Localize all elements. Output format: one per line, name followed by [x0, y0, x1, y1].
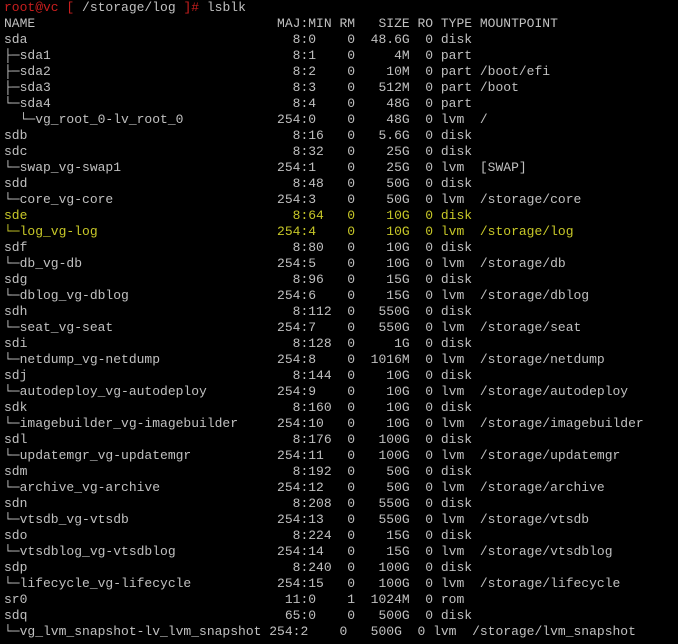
output-row: sdm 8:192 0 50G 0 disk [4, 464, 473, 479]
output-row: └─archive_vg-archive 254:12 0 50G 0 lvm … [4, 480, 605, 495]
output-row: └─autodeploy_vg-autodeploy 254:9 0 10G 0… [4, 384, 629, 399]
output-row: └─vg_lvm_snapshot-lv_lvm_snapshot 254:2 … [4, 624, 636, 639]
output-row: sdp 8:240 0 100G 0 disk [4, 560, 473, 575]
output-row: sdh 8:112 0 550G 0 disk [4, 304, 473, 319]
prompt-open-bracket: [ [58, 0, 83, 15]
output-row: └─vtsdblog_vg-vtsdblog 254:14 0 15G 0 lv… [4, 544, 613, 559]
output-row: ├─sda2 8:2 0 10M 0 part /boot/efi [4, 64, 551, 79]
output-row: sdk 8:160 0 10G 0 disk [4, 400, 473, 415]
output-row: sdd 8:48 0 50G 0 disk [4, 176, 473, 191]
output-row: sdl 8:176 0 100G 0 disk [4, 432, 473, 447]
output-row: sdi 8:128 0 1G 0 disk [4, 336, 473, 351]
output-row: └─sda4 8:4 0 48G 0 part [4, 96, 473, 111]
output-row: sdo 8:224 0 15G 0 disk [4, 528, 473, 543]
output-row: └─swap_vg-swap1 254:1 0 25G 0 lvm [SWAP] [4, 160, 527, 175]
prompt-path: /storage/log [82, 0, 176, 15]
output-row: └─log_vg-log 254:4 0 10G 0 lvm /storage/… [4, 224, 574, 239]
output-row: sde 8:64 0 10G 0 disk [4, 208, 473, 223]
command-output: NAME MAJ:MIN RM SIZE RO TYPE MOUNTPOINT s… [4, 16, 678, 640]
output-row: └─vg_root_0-lv_root_0 254:0 0 48G 0 lvm … [4, 112, 488, 127]
output-row: sdc 8:32 0 25G 0 disk [4, 144, 473, 159]
output-row: └─seat_vg-seat 254:7 0 550G 0 lvm /stora… [4, 320, 582, 335]
output-row: └─dblog_vg-dblog 254:6 0 15G 0 lvm /stor… [4, 288, 590, 303]
output-row: └─db_vg-db 254:5 0 10G 0 lvm /storage/db [4, 256, 566, 271]
prompt-close-bracket: ] [175, 0, 192, 15]
output-row: sdn 8:208 0 550G 0 disk [4, 496, 473, 511]
prompt-user-host: root@vc [4, 0, 59, 15]
output-row: sr0 11:0 1 1024M 0 rom [4, 592, 465, 607]
output-row: └─netdump_vg-netdump 254:8 0 1016M 0 lvm… [4, 352, 605, 367]
output-row: ├─sda1 8:1 0 4M 0 part [4, 48, 473, 63]
output-row: └─lifecycle_vg-lifecycle 254:15 0 100G 0… [4, 576, 621, 591]
output-row: └─updatemgr_vg-updatemgr 254:11 0 100G 0… [4, 448, 621, 463]
prompt-hash: # [191, 0, 200, 15]
output-row: └─core_vg-core 254:3 0 50G 0 lvm /storag… [4, 192, 582, 207]
output-row: └─imagebuilder_vg-imagebuilder 254:10 0 … [4, 416, 644, 431]
output-row: sdf 8:80 0 10G 0 disk [4, 240, 473, 255]
output-row: sdq 65:0 0 500G 0 disk [4, 608, 473, 623]
output-row: sda 8:0 0 48.6G 0 disk [4, 32, 473, 47]
prompt-line: root@vc [ /storage/log ]# lsblk [4, 0, 678, 16]
output-row: sdj 8:144 0 10G 0 disk [4, 368, 473, 383]
output-row: └─vtsdb_vg-vtsdb 254:13 0 550G 0 lvm /st… [4, 512, 590, 527]
terminal-window[interactable]: root@vc [ /storage/log ]# lsblk NAME MAJ… [0, 0, 678, 644]
output-row: sdb 8:16 0 5.6G 0 disk [4, 128, 473, 143]
output-row: sdg 8:96 0 15G 0 disk [4, 272, 473, 287]
output-header-row: NAME MAJ:MIN RM SIZE RO TYPE MOUNTPOINT [4, 16, 558, 31]
output-row: ├─sda3 8:3 0 512M 0 part /boot [4, 80, 519, 95]
command-text: lsblk [199, 0, 246, 15]
